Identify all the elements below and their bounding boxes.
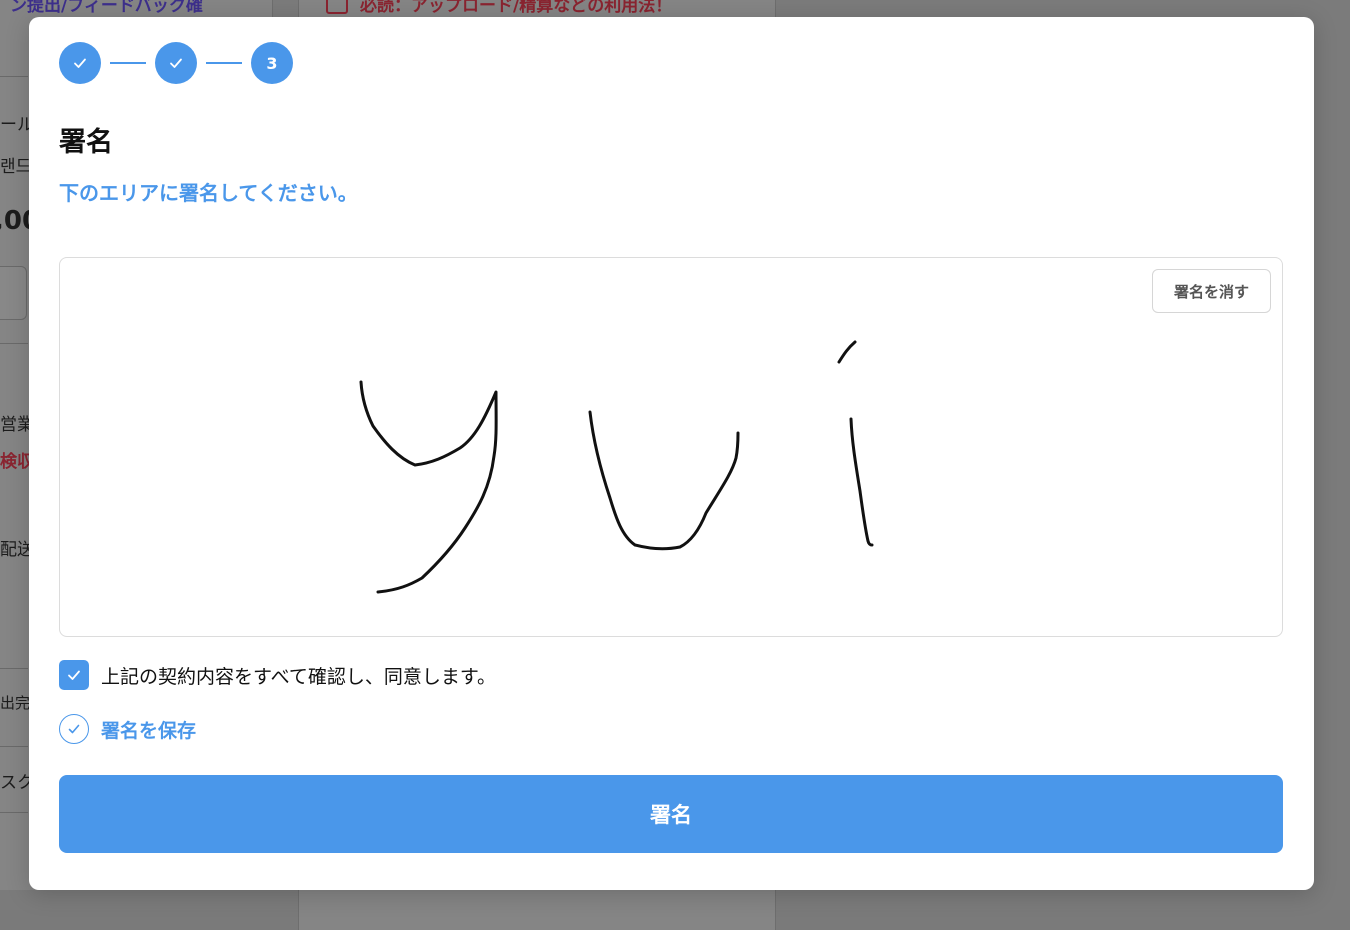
stepper: 3 xyxy=(59,42,293,84)
background-divider xyxy=(0,76,28,77)
check-icon xyxy=(68,670,80,680)
signature-modal: 3 署名 下のエリアに署名してください。 署名を消す 上記の契約内容をすべて確認… xyxy=(29,17,1314,890)
modal-title: 署名 xyxy=(59,127,113,158)
check-icon xyxy=(74,58,86,68)
background-button xyxy=(0,266,27,320)
background-divider xyxy=(0,668,28,669)
step-3-current: 3 xyxy=(251,42,293,84)
modal-subtitle: 下のエリアに署名してください。 xyxy=(59,181,358,205)
step-2-done xyxy=(155,42,197,84)
check-icon xyxy=(68,724,80,734)
clear-signature-button[interactable]: 署名を消す xyxy=(1152,269,1271,313)
signature-strokes xyxy=(359,340,874,594)
agree-label: 上記の契約内容をすべて確認し、同意します。 xyxy=(101,665,497,688)
save-signature-toggle[interactable] xyxy=(59,714,89,744)
step-1-done xyxy=(59,42,101,84)
check-icon xyxy=(170,58,182,68)
background-text: ン提出/フィードバック確 xyxy=(10,0,203,16)
background-divider xyxy=(0,343,28,344)
step-connector xyxy=(206,62,242,64)
background-divider xyxy=(0,746,28,747)
step-number: 3 xyxy=(266,53,278,73)
background-text: 必読：アップロード/精算などの利用法！ xyxy=(360,0,673,16)
agree-checkbox[interactable] xyxy=(59,660,89,690)
save-signature-row[interactable]: 署名を保存 xyxy=(59,714,196,744)
background-icon xyxy=(326,0,348,14)
agree-row[interactable]: 上記の契約内容をすべて確認し、同意します。 xyxy=(59,660,496,690)
save-signature-label: 署名を保存 xyxy=(101,719,197,742)
background-divider xyxy=(0,812,28,813)
signature-pad[interactable]: 署名を消す xyxy=(59,257,1283,637)
background-text: 랜드 xyxy=(0,157,32,177)
sign-submit-button[interactable]: 署名 xyxy=(59,775,1283,853)
step-connector xyxy=(110,62,146,64)
